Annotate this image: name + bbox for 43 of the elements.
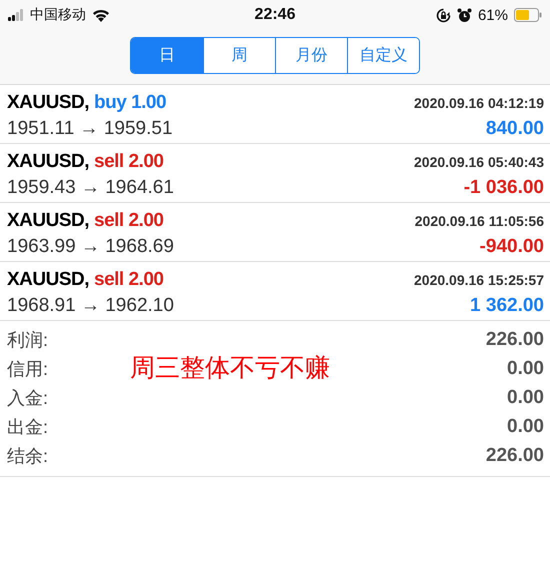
summary-value: 226.00	[486, 444, 544, 466]
battery-icon	[514, 8, 542, 22]
summary-label: 入金:	[7, 386, 48, 410]
trade-prices: 1968.91 → 1962.10	[7, 294, 174, 316]
summary-label: 结余:	[7, 444, 48, 468]
trade-prices: 1963.99 → 1968.69	[7, 236, 174, 258]
trade-time: 2020.09.16 05:40:43	[414, 154, 544, 170]
trade-symbol: XAUUSD,	[7, 150, 90, 172]
trade-symbol: XAUUSD,	[7, 210, 90, 232]
wifi-icon	[92, 8, 110, 22]
signal-icon	[8, 9, 24, 21]
period-tab[interactable]: 自定义	[347, 38, 419, 73]
trade-profit: 1 362.00	[470, 294, 544, 316]
trade-side: sell 2.00	[94, 268, 164, 290]
period-tab[interactable]: 周	[203, 38, 275, 73]
summary-value: 226.00	[486, 328, 544, 350]
trade-profit: -1 036.00	[464, 176, 544, 198]
period-tab[interactable]: 月份	[275, 38, 347, 73]
rotation-lock-icon	[436, 8, 451, 22]
annotation-text: 周三整体不亏不赚	[130, 354, 330, 384]
trade-time: 2020.09.16 11:05:56	[414, 212, 544, 228]
trade-prices: 1959.43 → 1964.61	[7, 176, 174, 198]
trade-prices: 1951.11 → 1959.51	[7, 118, 173, 140]
summary-value: 0.00	[507, 416, 544, 438]
summary-label: 利润:	[7, 328, 48, 352]
trade-side: sell 2.00	[94, 210, 164, 232]
period-tab[interactable]: 日	[131, 38, 203, 73]
summary-label: 信用:	[7, 358, 48, 380]
trade-symbol: XAUUSD,	[7, 92, 90, 114]
trade-time: 2020.09.16 15:25:57	[414, 272, 544, 288]
clock-time: 22:46	[254, 6, 296, 24]
trade-time: 2020.09.16 04:12:19	[414, 94, 544, 110]
summary-value: 0.00	[507, 386, 544, 408]
trade-profit: -940.00	[480, 236, 544, 258]
summary-value: 0.00	[507, 358, 544, 380]
carrier-name: 中国移动	[30, 6, 86, 24]
trade-side: sell 2.00	[94, 150, 164, 172]
trade-symbol: XAUUSD,	[7, 268, 90, 290]
battery-percent: 61%	[478, 6, 508, 24]
summary-label: 出金:	[7, 416, 48, 438]
trade-profit: 840.00	[486, 118, 544, 140]
trade-side: buy 1.00	[94, 92, 166, 114]
alarm-icon	[456, 8, 472, 22]
